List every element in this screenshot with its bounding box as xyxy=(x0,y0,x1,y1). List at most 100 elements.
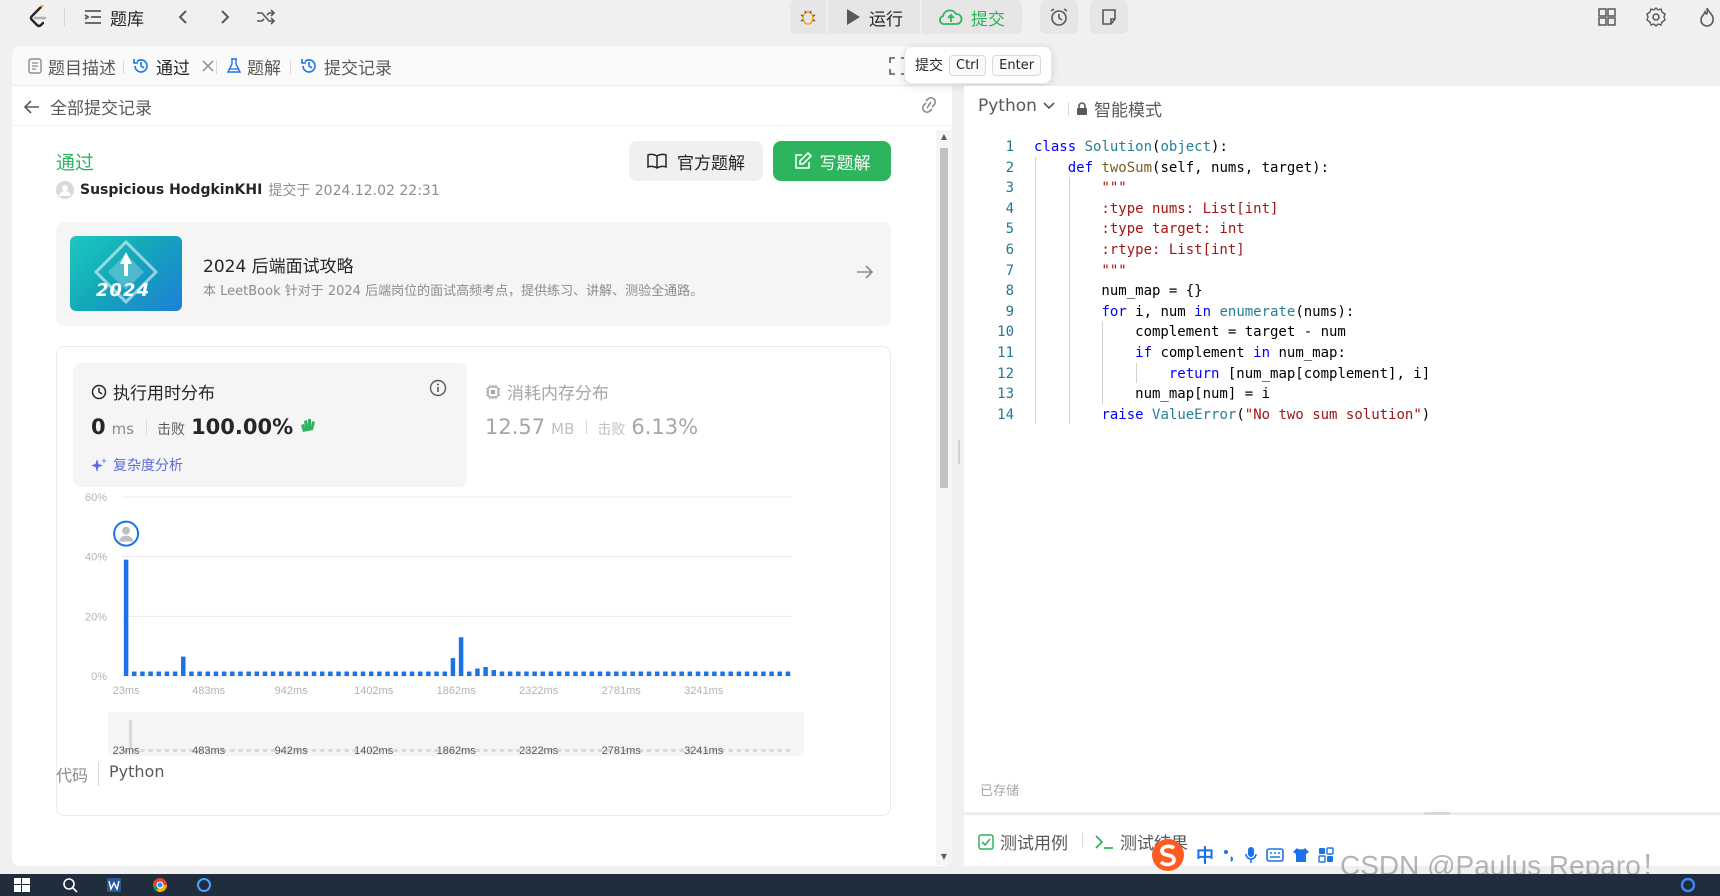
code-line[interactable]: 11 if complement in num_map: xyxy=(964,342,1720,364)
code-line[interactable]: 8 num_map = {} xyxy=(964,280,1720,302)
scroll-down-arrow[interactable]: ▼ xyxy=(939,852,949,862)
microphone-icon[interactable] xyxy=(1244,846,1258,864)
code-line[interactable]: 5 :type target: int xyxy=(964,218,1720,240)
range-slider-handle[interactable] xyxy=(129,720,132,748)
chart-bar xyxy=(663,671,668,676)
tab-solutions[interactable]: 题解 xyxy=(227,54,281,79)
language-select[interactable]: Python xyxy=(978,96,1055,116)
settings-button[interactable] xyxy=(1643,4,1669,30)
complexity-label: 复杂度分析 xyxy=(113,458,183,474)
note-icon xyxy=(1102,9,1116,25)
mini-bar xyxy=(654,749,660,752)
toolbox-icon[interactable] xyxy=(1318,847,1334,863)
tab-testcase[interactable]: 测试用例 xyxy=(978,829,1068,854)
debug-button[interactable] xyxy=(790,0,826,34)
mini-bar xyxy=(148,749,153,752)
tab-submissions[interactable]: 提交记录 xyxy=(300,54,392,79)
tab-accepted[interactable]: 通过 xyxy=(132,54,214,79)
mini-bar xyxy=(565,749,570,752)
windows-start-icon[interactable] xyxy=(14,877,30,893)
range-x-tick-label: 483ms xyxy=(192,745,226,757)
checkbox-icon xyxy=(978,833,994,850)
scrollbar-thumb[interactable] xyxy=(940,148,948,488)
arrow-right-icon[interactable] xyxy=(856,264,878,284)
smart-mode-toggle[interactable]: 智能模式 xyxy=(1076,96,1162,121)
range-x-tick-label: 1402ms xyxy=(354,745,394,757)
skin-icon[interactable] xyxy=(1292,847,1310,863)
submit-label: 提交 xyxy=(971,9,1005,30)
chart-bar xyxy=(140,671,145,676)
keyboard-icon[interactable] xyxy=(1266,848,1284,862)
range-x-tick-label: 942ms xyxy=(275,745,309,757)
run-button[interactable]: 运行 xyxy=(828,0,920,34)
mini-bar xyxy=(156,749,162,752)
write-solution-button[interactable]: 写题解 xyxy=(773,141,891,181)
code-line[interactable]: 7 """ xyxy=(964,260,1720,282)
runtime-distribution-panel[interactable]: 执行用时分布 0 ms 击败 100.00% 复杂度分析 xyxy=(73,363,467,487)
streak-button[interactable] xyxy=(1694,4,1720,30)
y-tick-label: 40% xyxy=(85,552,107,564)
complexity-analysis-link[interactable]: 复杂度分析 xyxy=(91,455,183,475)
topbar-divider xyxy=(64,8,65,26)
mini-bar xyxy=(172,749,178,752)
panel-resize-handle[interactable] xyxy=(958,440,960,464)
ime-toolbar[interactable]: 中 xyxy=(1148,838,1334,872)
back-to-submissions-link[interactable]: 全部提交记录 xyxy=(24,94,152,119)
code-line[interactable]: 10 complement = target - num xyxy=(964,321,1720,343)
avatar[interactable] xyxy=(56,181,74,199)
leetbook-promo-banner[interactable]: 2024 2024 后端面试攻略 本 LeetBook 针对于 2024 后端岗… xyxy=(56,222,891,326)
code-line[interactable]: 14 raise ValueError("No two sum solution… xyxy=(964,404,1720,426)
info-icon[interactable] xyxy=(429,379,447,397)
chart-bar xyxy=(450,658,456,676)
submit-button[interactable]: 提交 xyxy=(922,0,1022,34)
search-icon[interactable] xyxy=(62,877,78,893)
random-problem-button[interactable] xyxy=(253,4,279,30)
notes-button[interactable] xyxy=(1090,0,1128,34)
line-content: complement = target - num xyxy=(1034,324,1346,341)
runtime-distribution-chart[interactable]: 0%20%40%60% 23ms 483ms 942ms 1402ms 1862ms 23… xyxy=(57,487,892,817)
code-line[interactable]: 2 def twoSum(self, nums, target): xyxy=(964,157,1720,179)
google-icon[interactable] xyxy=(1680,877,1696,893)
code-line[interactable]: 9 for i, num in enumerate(nums): xyxy=(964,301,1720,323)
layout-button[interactable] xyxy=(1594,4,1620,30)
memory-distribution-panel[interactable]: 消耗内存分布 12.57 MB 击败 6.13% xyxy=(467,363,847,487)
top-navigation-bar: 题库 运行 提交 xyxy=(0,0,1720,36)
chart-bar xyxy=(270,671,276,676)
chevron-right-icon xyxy=(221,10,230,24)
code-line[interactable]: 4 :type nums: List[int] xyxy=(964,198,1720,220)
vertical-scrollbar[interactable]: ▲ ▼ xyxy=(936,130,952,865)
runtime-value: 0 xyxy=(91,415,106,439)
indent-guide xyxy=(1068,177,1070,425)
code-line[interactable]: 12 return [num_map[complement], i] xyxy=(964,363,1720,385)
chart-bar xyxy=(401,671,407,676)
close-icon[interactable] xyxy=(202,60,214,72)
sparkle-icon xyxy=(91,458,107,472)
official-solution-button[interactable]: 官方题解 xyxy=(629,141,763,181)
code-line[interactable]: 13 num_map[num] = i xyxy=(964,383,1720,405)
word-app-icon[interactable] xyxy=(106,877,122,893)
author-name[interactable]: Suspicious HodgkinKHI xyxy=(80,182,262,198)
line-number: 5 xyxy=(1005,221,1014,238)
chrome-app-icon[interactable] xyxy=(152,877,168,893)
scroll-up-arrow[interactable]: ▲ xyxy=(939,132,949,142)
code-label: 代码 xyxy=(56,766,89,785)
leetcode-logo-icon[interactable] xyxy=(26,2,50,32)
code-line[interactable]: 3 """ xyxy=(964,177,1720,199)
tab-description[interactable]: 题目描述 xyxy=(28,54,116,79)
code-line[interactable]: 6 :rtype: List[int] xyxy=(964,239,1720,261)
problem-list-button[interactable]: 题库 xyxy=(84,4,144,30)
play-icon xyxy=(847,9,860,25)
ime-chinese-mode[interactable]: 中 xyxy=(1196,842,1214,868)
link-icon[interactable] xyxy=(918,96,940,116)
punctuation-icon[interactable] xyxy=(1222,848,1236,862)
my-submission-marker[interactable] xyxy=(113,520,140,547)
bottom-panel-grip[interactable] xyxy=(1424,812,1450,815)
next-problem-button[interactable] xyxy=(212,4,238,30)
code-line[interactable]: 1 class Solution(object): xyxy=(964,136,1720,158)
mini-bar xyxy=(426,749,431,752)
circle-app-icon[interactable] xyxy=(196,877,212,893)
prev-problem-button[interactable] xyxy=(170,4,196,30)
submit-time: 提交于 2024.12.02 22:31 xyxy=(268,183,440,199)
timer-button[interactable] xyxy=(1040,0,1078,34)
chart-bar xyxy=(499,671,505,676)
